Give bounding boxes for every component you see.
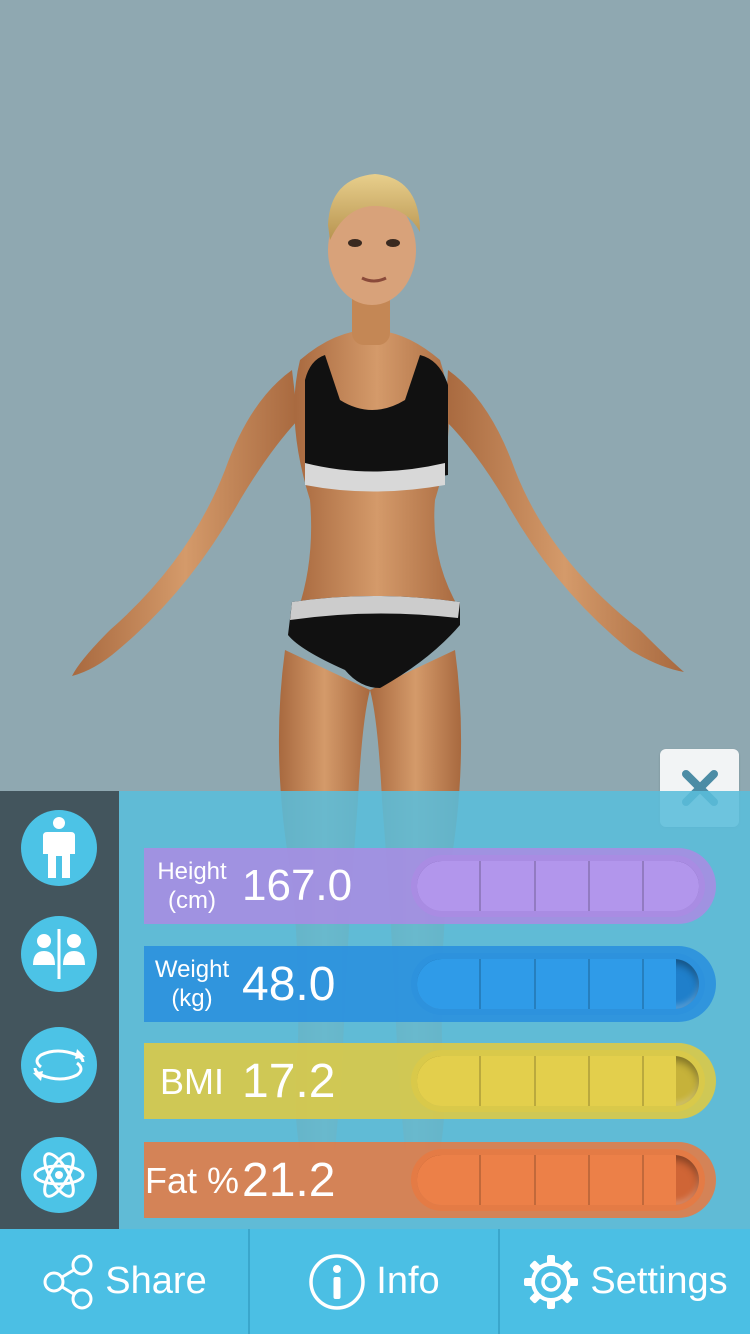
- fat-slider-track: [417, 1155, 699, 1205]
- slider-divider: [534, 1056, 536, 1106]
- height-value: 167.0: [242, 861, 353, 910]
- slider-divider: [534, 861, 536, 911]
- slider-divider: [588, 1155, 590, 1205]
- height-label: Height (cm): [157, 858, 227, 914]
- bmi-row: BMI 17.2: [144, 1043, 716, 1119]
- height-row: Height (cm) 167.0: [144, 848, 716, 924]
- info-tab[interactable]: Info: [250, 1229, 500, 1334]
- weight-slider-fill: [417, 959, 677, 1009]
- height-slider-fill: [417, 861, 699, 911]
- weight-row: Weight (kg) 48.0: [144, 946, 716, 1022]
- weight-value: 48.0: [242, 957, 336, 1011]
- share-tab[interactable]: Share: [0, 1229, 250, 1334]
- bottom-tab-bar: Share Info Settings: [0, 1229, 750, 1334]
- fat-row: Fat % 21.2: [144, 1142, 716, 1218]
- fat-slider-fill: [417, 1155, 677, 1205]
- weight-slider-track: [417, 959, 699, 1009]
- slider-divider: [588, 959, 590, 1009]
- info-icon: [309, 1253, 366, 1310]
- info-label: Info: [376, 1260, 440, 1302]
- slider-divider: [479, 1155, 481, 1205]
- compare-people-icon: [33, 929, 85, 979]
- slider-divider: [642, 1155, 644, 1205]
- weight-slider[interactable]: [411, 953, 705, 1015]
- slider-divider: [642, 1056, 644, 1106]
- slider-divider: [479, 959, 481, 1009]
- bmi-value: 17.2: [242, 1054, 336, 1108]
- weight-label: Weight (kg): [154, 956, 230, 1012]
- bmi-slider[interactable]: [411, 1050, 705, 1112]
- bmi-label: BMI: [159, 1060, 224, 1102]
- slider-divider: [642, 861, 644, 911]
- tool-sidebar: [0, 791, 119, 1229]
- rotate-button[interactable]: [21, 1027, 97, 1103]
- slider-divider: [588, 1056, 590, 1106]
- share-label: Share: [105, 1260, 207, 1302]
- slider-divider: [642, 959, 644, 1009]
- slider-divider: [534, 959, 536, 1009]
- height-slider-track: [417, 861, 699, 911]
- settings-tab[interactable]: Settings: [500, 1229, 750, 1334]
- slider-divider: [534, 1155, 536, 1205]
- bmi-slider-track: [417, 1056, 699, 1106]
- gear-icon: [524, 1254, 579, 1309]
- height-slider[interactable]: [411, 855, 705, 917]
- fat-label: Fat %: [144, 1159, 240, 1201]
- fat-slider[interactable]: [411, 1149, 705, 1211]
- share-icon: [43, 1254, 93, 1309]
- atom-icon: [33, 1152, 85, 1198]
- slider-divider: [588, 861, 590, 911]
- analysis-button[interactable]: [21, 1137, 97, 1213]
- compare-button[interactable]: [21, 916, 97, 992]
- fat-value: 21.2: [242, 1153, 336, 1207]
- rotate-icon: [33, 1049, 85, 1081]
- bmi-slider-fill: [417, 1056, 677, 1106]
- measurement-panel: Height (cm) 167.0 Weight (kg) 48.0 BMI 1…: [119, 791, 750, 1229]
- app-screen: Height (cm) 167.0 Weight (kg) 48.0 BMI 1…: [0, 0, 750, 1334]
- settings-label: Settings: [590, 1260, 728, 1302]
- slider-divider: [479, 1056, 481, 1106]
- single-view-button[interactable]: [21, 810, 97, 886]
- person-icon: [43, 817, 75, 878]
- slider-divider: [479, 861, 481, 911]
